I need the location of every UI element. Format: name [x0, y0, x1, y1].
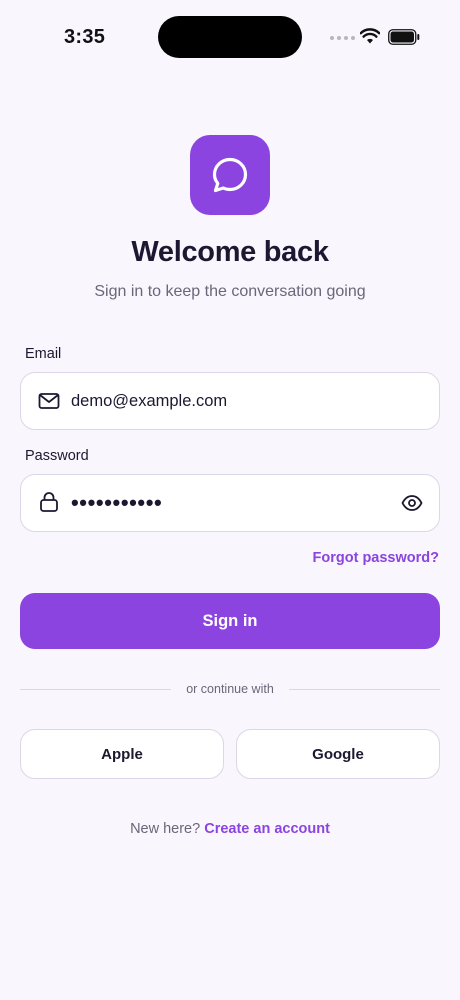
signup-prompt-text: New here? — [130, 821, 201, 837]
apple-sign-in-button[interactable]: Apple — [20, 729, 224, 779]
cellular-signal-icon — [330, 36, 355, 40]
password-label: Password — [25, 448, 89, 464]
chat-bubble-icon — [212, 157, 248, 193]
status-time: 3:35 — [64, 26, 106, 48]
wifi-icon — [360, 28, 380, 44]
app-logo — [190, 135, 270, 215]
page-subtitle: Sign in to keep the conversation going — [94, 283, 366, 300]
email-value: demo@example.com — [71, 391, 228, 410]
eye-icon[interactable] — [401, 494, 423, 512]
password-field[interactable]: ••••••••••• — [20, 474, 440, 532]
create-account-link[interactable]: Create an account — [204, 821, 330, 837]
apple-button-label: Apple — [101, 745, 143, 763]
divider-label: or continue with — [186, 682, 274, 696]
lock-icon — [40, 492, 58, 512]
google-sign-in-button[interactable]: Google — [236, 729, 440, 779]
dynamic-island — [158, 16, 302, 58]
page-title: Welcome back — [131, 236, 329, 268]
email-field[interactable]: demo@example.com — [20, 372, 440, 430]
forgot-password-link[interactable]: Forgot password? — [313, 550, 439, 566]
email-label: Email — [25, 346, 62, 362]
battery-icon — [388, 29, 420, 45]
sign-in-button[interactable]: Sign in — [20, 593, 440, 649]
envelope-icon — [38, 393, 60, 409]
status-bar: 3:35 — [0, 0, 460, 76]
google-button-label: Google — [312, 745, 364, 763]
signup-prompt: New here? Create an account — [0, 821, 460, 837]
password-value: ••••••••••• — [71, 490, 163, 515]
